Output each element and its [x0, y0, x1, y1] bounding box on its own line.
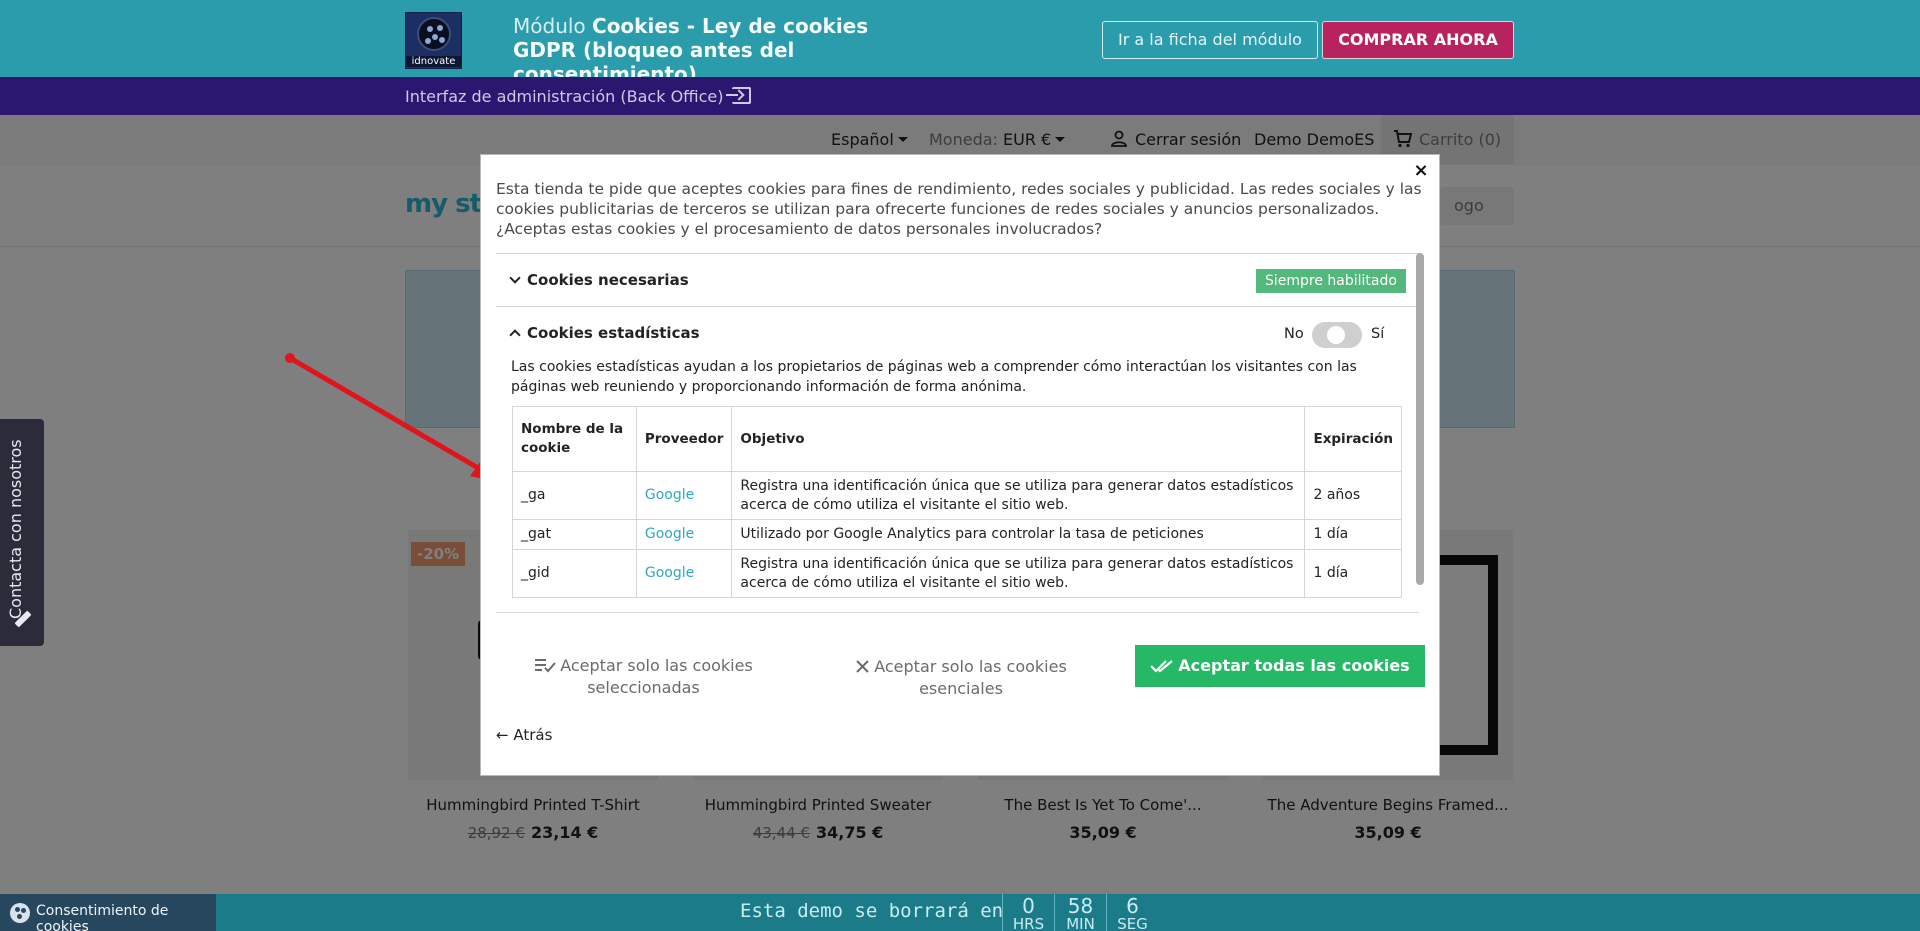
modal-intro-text: Esta tienda te pide que aceptes cookies …	[496, 180, 1422, 238]
logo-text: idnovate	[406, 56, 461, 67]
necessary-cookies-header[interactable]: Cookies necesarias	[509, 271, 689, 289]
table-row: _gid Google Registra una identificación …	[512, 549, 1402, 598]
provider-link[interactable]: Google	[635, 471, 733, 520]
cookie-name: _gid	[512, 549, 637, 598]
column-header: Objetivo	[731, 406, 1306, 472]
cookie-expiry: 2 años	[1304, 471, 1402, 520]
buy-now-button[interactable]: COMPRAR AHORA	[1322, 21, 1514, 59]
cookie-name: _gat	[512, 519, 637, 550]
cookie-consent-label: Consentimiento de cookies	[36, 903, 169, 931]
countdown-text: Esta demo se borrará en	[740, 900, 1004, 922]
chevron-down-icon	[509, 272, 521, 284]
statistics-toggle[interactable]	[1312, 322, 1362, 348]
demo-countdown-bar: Consentimiento de cookies Esta demo se b…	[0, 894, 1920, 931]
cookie-logo-icon	[417, 17, 451, 51]
toggle-no-label: No	[1284, 326, 1304, 342]
countdown-hours: 0 HRS	[1002, 894, 1054, 931]
cookie-name: _ga	[512, 471, 637, 520]
statistics-cookies-header[interactable]: Cookies estadísticas	[509, 324, 700, 342]
table-row: _gat Google Utilizado por Google Analyti…	[512, 519, 1402, 550]
provider-link[interactable]: Google	[635, 519, 733, 550]
countdown-minutes: 58 MIN	[1054, 894, 1106, 931]
column-header: Expiración	[1304, 406, 1402, 472]
cookie-categories[interactable]: Cookies necesarias Siempre habilitado Co…	[496, 253, 1419, 613]
countdown-seconds: 6 SEG	[1106, 894, 1158, 931]
contact-tab-label: Contacta con nosotros	[6, 439, 25, 619]
idnovate-logo[interactable]: idnovate	[405, 12, 462, 69]
promo-bar: idnovate Módulo Cookies - Ley de cookies…	[0, 0, 1920, 86]
modal-scrollbar[interactable]	[1416, 253, 1424, 585]
cookie-consent-modal: × Esta tienda te pide que aceptes cookie…	[480, 154, 1440, 776]
double-check-icon	[1150, 660, 1174, 673]
module-title: Módulo Cookies - Ley de cookies GDPR (bl…	[513, 14, 869, 86]
cookie-expiry: 1 día	[1304, 549, 1402, 598]
contact-tab[interactable]: Contacta con nosotros	[0, 419, 44, 646]
always-enabled-badge: Siempre habilitado	[1256, 269, 1406, 293]
cookie-icon	[10, 903, 30, 923]
provider-link[interactable]: Google	[635, 549, 733, 598]
statistics-description: Las cookies estadísticas ayudan a los pr…	[511, 359, 1357, 395]
chevron-up-icon	[509, 329, 521, 341]
necessary-cookies-section: Cookies necesarias Siempre habilitado	[496, 254, 1419, 307]
cookie-purpose: Utilizado por Google Analytics para cont…	[731, 519, 1306, 550]
module-page-button[interactable]: Ir a la ficha del módulo	[1102, 21, 1318, 59]
column-header: Nombre de la cookie	[512, 406, 637, 472]
cookie-purpose: Registra una identificación única que se…	[731, 549, 1306, 598]
cookies-table: Nombre de la cookie Proveedor Objetivo E…	[512, 406, 1402, 598]
accept-selected-button[interactable]: Aceptar solo las cookies seleccionadas	[521, 655, 766, 699]
column-header: Proveedor	[635, 406, 733, 472]
accept-essential-button[interactable]: Aceptar solo las cookies esenciales	[841, 656, 1081, 700]
back-link[interactable]: ← Atrás	[496, 726, 552, 744]
toggle-yes-label: Sí	[1371, 326, 1385, 342]
cookie-expiry: 1 día	[1304, 519, 1402, 550]
close-icon[interactable]: ×	[1413, 161, 1429, 181]
cookie-consent-tab[interactable]: Consentimiento de cookies	[0, 894, 216, 931]
back-office-link[interactable]: Interfaz de administración (Back Office)	[405, 87, 724, 106]
table-row: _ga Google Registra una identificación ú…	[512, 471, 1402, 520]
accept-all-button[interactable]: Aceptar todas las cookies	[1135, 645, 1425, 687]
checklist-icon	[535, 659, 556, 673]
admin-bar: Interfaz de administración (Back Office)	[0, 77, 1920, 115]
logout-icon[interactable]	[726, 87, 751, 104]
cookie-purpose: Registra una identificación única que se…	[731, 471, 1306, 520]
close-x-icon	[856, 660, 869, 673]
